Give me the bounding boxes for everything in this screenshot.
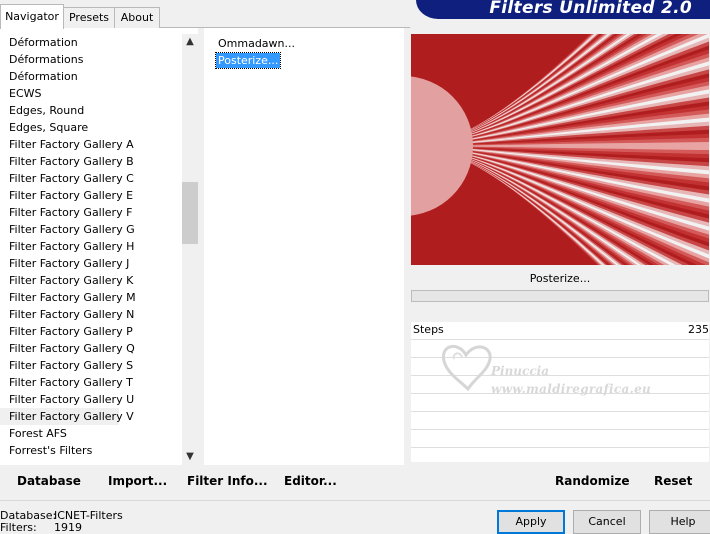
randomize-button[interactable]: Randomize (555, 473, 629, 489)
param-row-empty (411, 430, 709, 448)
category-item[interactable]: Déformations (0, 51, 119, 68)
help-button[interactable]: Help (649, 510, 710, 534)
filter-item[interactable]: Ommadawn... (216, 36, 297, 51)
category-item[interactable]: Forest AFS (0, 425, 119, 442)
watermark-url: www.maldiregrafica.eu (491, 382, 652, 396)
banner-title: Filters Unlimited 2.0 (489, 0, 692, 18)
status-separator (0, 500, 710, 501)
bottom-bar: Database Import... Filter Info... Editor… (0, 465, 710, 498)
category-item[interactable]: Filter Factory Gallery A (0, 136, 134, 153)
category-item[interactable]: Déformation (0, 34, 119, 51)
category-item[interactable]: Filter Factory Gallery P (0, 323, 133, 340)
category-item[interactable]: Filter Factory Gallery J (0, 255, 129, 272)
filter-info-button[interactable]: Filter Info... (187, 473, 268, 489)
reset-button[interactable]: Reset (654, 473, 692, 489)
scroll-thumb[interactable] (182, 182, 198, 244)
filter-item[interactable]: Posterize... (214, 52, 282, 69)
category-item[interactable]: Filter Factory Gallery T (0, 374, 133, 391)
category-item[interactable]: Filter Factory Gallery C (0, 170, 134, 187)
category-item[interactable]: Filter Factory Gallery B (0, 153, 134, 170)
category-item[interactable]: Filter Factory Gallery F (0, 204, 132, 221)
param-row-empty (411, 448, 709, 462)
category-item[interactable]: Edges, Square (0, 119, 119, 136)
tab-about[interactable]: About (114, 7, 160, 29)
preview-filter-name: Posterize... (529, 272, 591, 285)
tab-presets[interactable]: Presets (62, 7, 116, 29)
import-button[interactable]: Import... (108, 473, 167, 489)
category-item[interactable]: Filter Factory Gallery V (0, 408, 134, 425)
filter-list[interactable]: Ommadawn... Posterize... (204, 28, 404, 465)
apply-button[interactable]: Apply (497, 510, 565, 534)
category-item[interactable]: Filter Factory Gallery K (0, 272, 133, 289)
category-item[interactable]: Filter Factory Gallery M (0, 289, 136, 306)
category-item[interactable]: Filter Factory Gallery H (0, 238, 134, 255)
tab-navigator[interactable]: Navigator (0, 4, 64, 29)
category-list[interactable]: Déformation Déformations Déformation ECWS Ed… (0, 28, 198, 465)
progress-bar (411, 290, 709, 302)
category-item[interactable]: Déformation (0, 68, 119, 85)
category-item[interactable]: Forrest's Filters (0, 442, 119, 459)
watermark-name: Pinuccia (491, 364, 549, 378)
database-button[interactable]: Database (17, 473, 81, 489)
category-item[interactable]: Filter Factory Gallery U (0, 391, 134, 408)
category-item[interactable]: Filter Factory Gallery G (0, 221, 135, 238)
scroll-down-icon[interactable]: ▼ (182, 449, 198, 465)
category-item[interactable]: ECWS (0, 85, 119, 102)
preview-image (411, 34, 709, 265)
category-item[interactable]: Filter Factory Gallery S (0, 357, 133, 374)
scroll-up-icon[interactable]: ▲ (182, 34, 198, 50)
param-label: Steps (413, 323, 444, 336)
category-item[interactable]: Filter Factory Gallery Q (0, 340, 135, 357)
category-scrollbar[interactable]: ▲ ▼ (182, 34, 198, 465)
category-item[interactable]: Filter Factory Gallery N (0, 306, 134, 323)
cancel-button[interactable]: Cancel (573, 510, 641, 534)
editor-button[interactable]: Editor... (284, 473, 337, 489)
watermark-heart-icon (441, 345, 492, 392)
category-item[interactable]: Filter Factory Gallery E (0, 187, 133, 204)
param-row-empty (411, 412, 709, 430)
param-value[interactable]: 235 (688, 323, 709, 336)
title-banner: Filters Unlimited 2.0 (416, 0, 710, 19)
category-item[interactable]: Edges, Round (0, 102, 119, 119)
